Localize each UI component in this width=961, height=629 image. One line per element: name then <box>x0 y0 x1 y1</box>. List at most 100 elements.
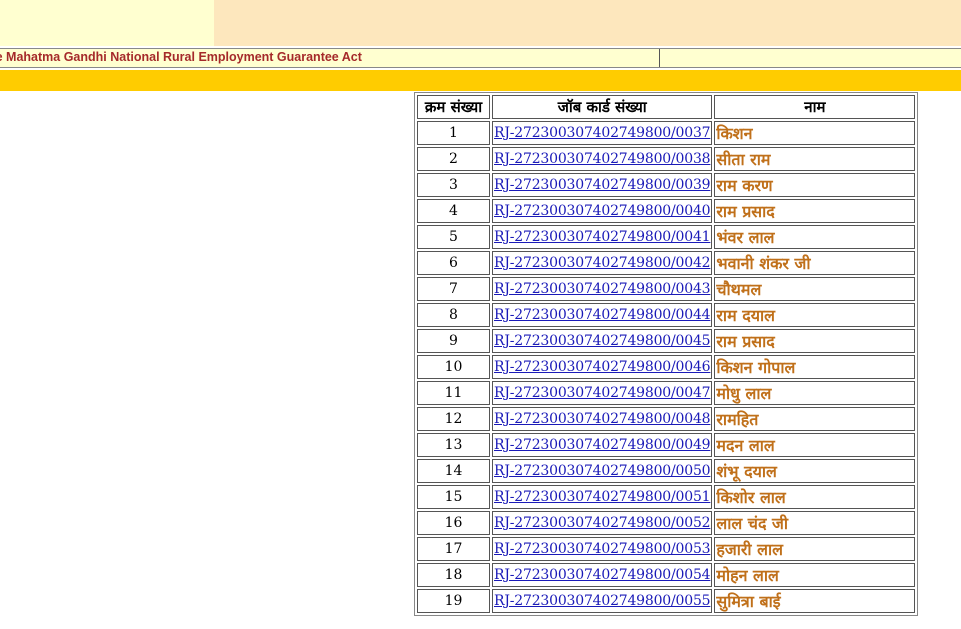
job-card-link[interactable]: RJ-272300307402749800/0041 <box>494 229 711 245</box>
table-header-row: क्रम संख्या जॉब कार्ड संख्या नाम <box>417 95 916 119</box>
job-card-link[interactable]: RJ-272300307402749800/0045 <box>494 333 711 349</box>
name-cell: लाल चंद जी <box>714 511 916 535</box>
serial-number: 16 <box>417 511 490 535</box>
job-card-link[interactable]: RJ-272300307402749800/0038 <box>494 151 711 167</box>
job-card-link[interactable]: RJ-272300307402749800/0051 <box>494 489 711 505</box>
column-header-job-card: जॉब कार्ड संख्या <box>492 95 713 119</box>
worker-name: मदन लाल <box>716 436 775 455</box>
serial-number: 11 <box>417 381 490 405</box>
job-card-link[interactable]: RJ-272300307402749800/0047 <box>494 385 711 401</box>
name-cell: राम दयाल <box>714 303 916 327</box>
worker-name: लाल चंद जी <box>716 514 789 533</box>
table-row: 13 RJ-272300307402749800/0049 मदन लाल <box>417 433 916 457</box>
name-cell: मोधु लाल <box>714 381 916 405</box>
top-banner-right <box>214 0 961 46</box>
worker-name: राम प्रसाद <box>716 332 775 351</box>
serial-number: 5 <box>417 225 490 249</box>
name-cell: किशन गोपाल <box>714 355 916 379</box>
serial-number: 4 <box>417 199 490 223</box>
job-card-cell: RJ-272300307402749800/0041 <box>492 225 713 249</box>
job-card-link[interactable]: RJ-272300307402749800/0054 <box>494 567 711 583</box>
table-row: 7 RJ-272300307402749800/0043 चौथमल <box>417 277 916 301</box>
job-card-cell: RJ-272300307402749800/0040 <box>492 199 713 223</box>
serial-number: 18 <box>417 563 490 587</box>
job-card-cell: RJ-272300307402749800/0048 <box>492 407 713 431</box>
job-card-cell: RJ-272300307402749800/0049 <box>492 433 713 457</box>
worker-name: हजारी लाल <box>716 540 783 559</box>
serial-number: 1 <box>417 121 490 145</box>
worker-name: किशन गोपाल <box>716 358 796 377</box>
table-row: 6 RJ-272300307402749800/0042 भवानी शंकर जी <box>417 251 916 275</box>
table-row: 15 RJ-272300307402749800/0051 किशोर लाल <box>417 485 916 509</box>
serial-number: 8 <box>417 303 490 327</box>
table-row: 19 RJ-272300307402749800/0055 सुमित्रा बाई <box>417 589 916 613</box>
table-row: 2 RJ-272300307402749800/0038 सीता राम <box>417 147 916 171</box>
job-card-link[interactable]: RJ-272300307402749800/0053 <box>494 541 711 557</box>
serial-number: 14 <box>417 459 490 483</box>
job-card-cell: RJ-272300307402749800/0042 <box>492 251 713 275</box>
worker-name: राम करण <box>716 176 773 195</box>
table-row: 9 RJ-272300307402749800/0045 राम प्रसाद <box>417 329 916 353</box>
job-card-link[interactable]: RJ-272300307402749800/0055 <box>494 593 711 609</box>
worker-name: भवानी शंकर जी <box>716 254 811 273</box>
serial-number: 15 <box>417 485 490 509</box>
serial-number: 9 <box>417 329 490 353</box>
serial-number: 13 <box>417 433 490 457</box>
job-card-cell: RJ-272300307402749800/0044 <box>492 303 713 327</box>
worker-name: भंवर लाल <box>716 228 775 247</box>
table-row: 16 RJ-272300307402749800/0052 लाल चंद जी <box>417 511 916 535</box>
table-row: 1 RJ-272300307402749800/0037 किशन <box>417 121 916 145</box>
gold-divider-bar <box>0 70 961 91</box>
worker-name: शंभू दयाल <box>716 462 777 481</box>
serial-number: 10 <box>417 355 490 379</box>
table-row: 14 RJ-272300307402749800/0050 शंभू दयाल <box>417 459 916 483</box>
serial-number: 17 <box>417 537 490 561</box>
serial-number: 12 <box>417 407 490 431</box>
table-row: 3 RJ-272300307402749800/0039 राम करण <box>417 173 916 197</box>
job-card-link[interactable]: RJ-272300307402749800/0048 <box>494 411 711 427</box>
worker-name: रामहित <box>716 410 759 429</box>
job-card-link[interactable]: RJ-272300307402749800/0044 <box>494 307 711 323</box>
act-title-bar: he Mahatma Gandhi National Rural Employm… <box>0 48 961 68</box>
name-cell: मोहन लाल <box>714 563 916 587</box>
table-row: 12 RJ-272300307402749800/0048 रामहित <box>417 407 916 431</box>
job-card-link[interactable]: RJ-272300307402749800/0037 <box>494 125 711 141</box>
job-card-link[interactable]: RJ-272300307402749800/0042 <box>494 255 711 271</box>
worker-name: किशोर लाल <box>716 488 786 507</box>
name-cell: शंभू दयाल <box>714 459 916 483</box>
serial-number: 7 <box>417 277 490 301</box>
name-cell: चौथमल <box>714 277 916 301</box>
job-card-link[interactable]: RJ-272300307402749800/0039 <box>494 177 711 193</box>
name-cell: राम प्रसाद <box>714 329 916 353</box>
name-cell: किशोर लाल <box>714 485 916 509</box>
table-row: 11 RJ-272300307402749800/0047 मोधु लाल <box>417 381 916 405</box>
table-row: 5 RJ-272300307402749800/0041 भंवर लाल <box>417 225 916 249</box>
worker-name: सुमित्रा बाई <box>716 592 781 611</box>
job-card-link[interactable]: RJ-272300307402749800/0043 <box>494 281 711 297</box>
table-row: 18 RJ-272300307402749800/0054 मोहन लाल <box>417 563 916 587</box>
job-card-cell: RJ-272300307402749800/0050 <box>492 459 713 483</box>
name-cell: राम करण <box>714 173 916 197</box>
job-card-cell: RJ-272300307402749800/0047 <box>492 381 713 405</box>
job-card-cell: RJ-272300307402749800/0045 <box>492 329 713 353</box>
job-card-cell: RJ-272300307402749800/0054 <box>492 563 713 587</box>
job-card-link[interactable]: RJ-272300307402749800/0052 <box>494 515 711 531</box>
job-card-link[interactable]: RJ-272300307402749800/0049 <box>494 437 711 453</box>
worker-name: मोहन लाल <box>716 566 779 585</box>
name-cell: भंवर लाल <box>714 225 916 249</box>
serial-number: 3 <box>417 173 490 197</box>
column-header-name: नाम <box>714 95 916 119</box>
job-card-cell: RJ-272300307402749800/0037 <box>492 121 713 145</box>
worker-name: राम दयाल <box>716 306 775 325</box>
worker-name: चौथमल <box>716 280 762 299</box>
serial-number: 2 <box>417 147 490 171</box>
act-bar-divider <box>659 49 660 67</box>
job-card-cell: RJ-272300307402749800/0052 <box>492 511 713 535</box>
table-row: 4 RJ-272300307402749800/0040 राम प्रसाद <box>417 199 916 223</box>
job-card-link[interactable]: RJ-272300307402749800/0046 <box>494 359 711 375</box>
job-card-link[interactable]: RJ-272300307402749800/0040 <box>494 203 711 219</box>
job-card-link[interactable]: RJ-272300307402749800/0050 <box>494 463 711 479</box>
table-row: 8 RJ-272300307402749800/0044 राम दयाल <box>417 303 916 327</box>
job-card-cell: RJ-272300307402749800/0053 <box>492 537 713 561</box>
name-cell: सुमित्रा बाई <box>714 589 916 613</box>
